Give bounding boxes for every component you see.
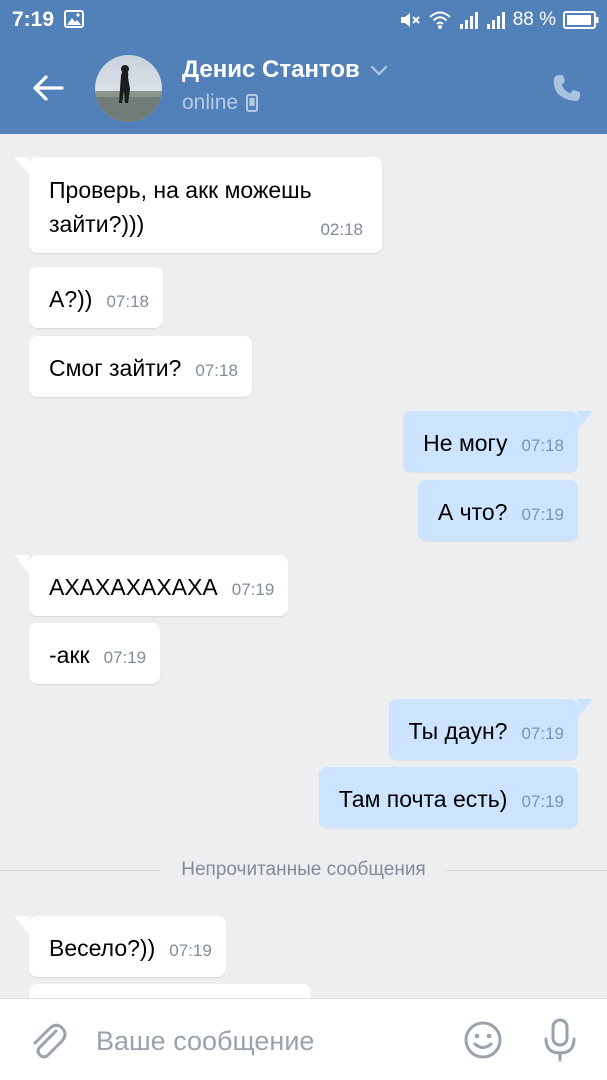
message-time: 07:19 (521, 505, 564, 524)
message-time: 07:18 (195, 361, 238, 380)
contact-avatar[interactable] (95, 55, 162, 122)
mobile-device-icon (246, 94, 259, 112)
message-incoming[interactable]: Проверь, на акк можешь зайти?))) 02:18 (14, 157, 382, 253)
chat-title[interactable]: Денис Стантов (182, 56, 388, 84)
message-input[interactable] (96, 1019, 436, 1063)
divider-line (0, 869, 162, 871)
status-indicators: 88 % (399, 8, 599, 32)
message-time: 07:18 (521, 436, 564, 455)
message-text: А что? (437, 499, 508, 525)
message-time: 07:18 (106, 292, 149, 311)
mute-icon (399, 10, 421, 30)
message-time: 02:18 (320, 220, 363, 239)
message-time: 07:19 (103, 648, 147, 667)
call-button[interactable] (547, 68, 587, 108)
microphone-icon (544, 1018, 576, 1062)
message-incoming-partial[interactable] (29, 984, 311, 998)
signal-icon-sim2 (486, 10, 506, 30)
attach-button[interactable] (26, 1019, 70, 1063)
presence-status: online (182, 91, 259, 115)
status-bar: 7:19 88 % (0, 0, 607, 40)
message-outgoing[interactable]: Не могу 07:18 (403, 411, 593, 472)
wifi-icon (428, 10, 452, 30)
message-time: 07:19 (169, 941, 212, 960)
back-button[interactable] (28, 68, 68, 108)
message-incoming[interactable]: -акк 07:19 (29, 623, 161, 684)
message-composer (0, 998, 607, 1080)
message-list[interactable]: Проверь, на акк можешь зайти?))) 02:18 А… (0, 134, 607, 998)
phone-icon (553, 75, 580, 101)
message-time: 07:19 (231, 580, 275, 599)
unread-divider-label: Непрочитанные сообщения (181, 859, 426, 880)
message-outgoing[interactable]: А что? 07:19 (417, 480, 578, 541)
message-time: 07:19 (521, 792, 564, 811)
message-outgoing[interactable]: Ты даун? 07:19 (388, 699, 594, 760)
message-incoming[interactable]: Смог зайти? 07:18 (29, 336, 252, 397)
arrow-left-icon (33, 75, 64, 101)
message-text: Там почта есть) (338, 786, 508, 812)
presence-label: online (182, 91, 239, 114)
signal-icon-sim1 (459, 10, 479, 30)
message-incoming[interactable]: А?)) 07:18 (29, 267, 163, 328)
message-outgoing[interactable]: Там почта есть) 07:19 (318, 767, 578, 828)
message-text: Не могу (423, 430, 508, 456)
message-text: Проверь, на акк можешь зайти?))) (49, 177, 312, 237)
message-text: Весело?)) (49, 935, 156, 961)
message-incoming[interactable]: Весело?)) 07:19 (14, 916, 226, 977)
contact-name: Денис Стантов (182, 56, 360, 83)
voice-message-button[interactable] (540, 1017, 580, 1063)
message-time: 07:19 (521, 724, 564, 743)
battery-icon (563, 10, 599, 30)
message-text: -акк (49, 642, 90, 668)
divider-line (445, 869, 607, 871)
message-incoming[interactable]: АХАХАХАХАХА 07:19 (13, 555, 289, 616)
battery-percent: 88 % (512, 9, 556, 30)
message-text: АХАХАХАХАХА (49, 574, 218, 600)
smiley-icon (464, 1021, 502, 1059)
message-text: А?)) (49, 286, 93, 312)
message-text: Смог зайти? (49, 355, 182, 381)
app-header: 7:19 88 % Денис Стантов online (0, 0, 607, 134)
gallery-notification-icon (64, 10, 84, 28)
chevron-down-icon (370, 65, 387, 76)
message-text: Ты даун? (408, 718, 508, 744)
unread-divider: Непрочитанные сообщения (0, 856, 607, 884)
paperclip-icon (33, 1023, 67, 1059)
status-time: 7:19 (12, 8, 55, 31)
emoji-button[interactable] (462, 1019, 504, 1061)
